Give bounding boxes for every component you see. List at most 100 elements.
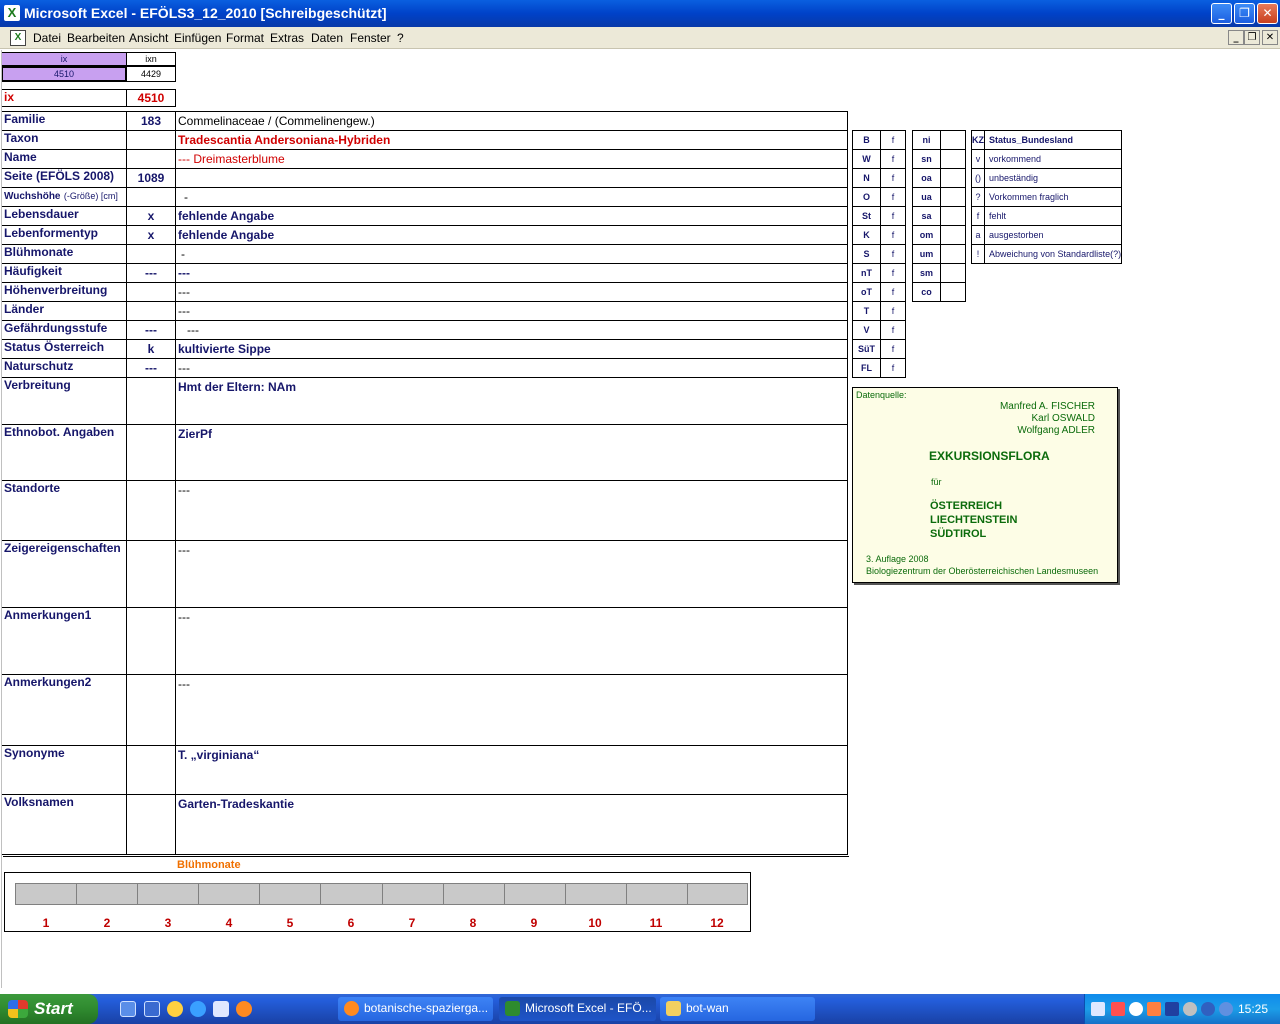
form-row[interactable] xyxy=(1,480,847,540)
altitude-row[interactable]: co xyxy=(912,282,966,302)
restore-button[interactable]: ❐ xyxy=(1234,3,1255,24)
form-row[interactable] xyxy=(1,377,847,424)
security-alert-icon[interactable] xyxy=(1147,1002,1161,1016)
search-icon[interactable] xyxy=(1129,1002,1143,1016)
month-gridline xyxy=(626,883,627,905)
media-player-icon[interactable] xyxy=(167,1001,183,1017)
field-label: Verbreitung xyxy=(4,378,71,392)
altitude-row[interactable]: om xyxy=(912,225,966,245)
region-flag: f xyxy=(880,130,906,150)
field-label: Standorte xyxy=(4,481,61,495)
field-value: --- xyxy=(178,285,190,299)
legend-row[interactable]: f fehlt xyxy=(971,206,1123,226)
outlook-express-icon[interactable] xyxy=(213,1001,229,1017)
update-icon[interactable] xyxy=(1219,1002,1233,1016)
ix-header-cell[interactable]: ix xyxy=(1,52,127,66)
altitude-code: oa xyxy=(912,168,941,188)
altitude-row[interactable]: ua xyxy=(912,187,966,207)
region-row[interactable]: Wf xyxy=(852,149,906,169)
menu-einfuegen[interactable]: Einfügen xyxy=(174,31,221,45)
altitude-row[interactable]: ni xyxy=(912,130,966,150)
form-row[interactable] xyxy=(1,745,847,794)
form-row[interactable] xyxy=(1,301,847,320)
form-row[interactable] xyxy=(1,282,847,301)
region-row[interactable]: FL f xyxy=(852,358,906,378)
taskbar-item-label: bot-wan xyxy=(686,1001,729,1015)
region-row[interactable]: Nf xyxy=(852,168,906,188)
altitude-code: ua xyxy=(912,187,941,207)
region-row[interactable]: Tf xyxy=(852,301,906,321)
altitude-row[interactable]: sn xyxy=(912,149,966,169)
legend-row[interactable]: ! Abweichung von Standardliste(?) xyxy=(971,244,1122,264)
clock[interactable]: 15:25 xyxy=(1238,1002,1268,1016)
taskbar-item-folder[interactable]: bot-wan xyxy=(660,997,815,1021)
speaker-icon[interactable] xyxy=(1183,1002,1197,1016)
workbook-close-button[interactable]: ✕ xyxy=(1262,30,1278,45)
ixn-value-cell[interactable]: 4429 xyxy=(126,66,176,82)
network-icon[interactable] xyxy=(1091,1002,1105,1016)
worksheet[interactable]: ix ixn 4510 4429 ix 4510 Familie 183 Comme… xyxy=(0,50,1280,990)
shield-icon[interactable] xyxy=(1165,1002,1179,1016)
form-row[interactable] xyxy=(1,244,847,263)
menu-bearbeiten[interactable]: Bearbeiten xyxy=(67,31,125,45)
region-row[interactable]: Kf xyxy=(852,225,906,245)
region-row[interactable]: Vf xyxy=(852,320,906,340)
altitude-code: sa xyxy=(912,206,941,226)
region-code: S xyxy=(852,244,881,264)
firefox-icon[interactable] xyxy=(236,1001,252,1017)
show-desktop-icon[interactable] xyxy=(120,1001,136,1017)
altitude-row[interactable]: oa xyxy=(912,168,966,188)
title-bar[interactable]: X Microsoft Excel - EFÖLS3_12_2010 [Schr… xyxy=(0,0,1280,27)
menu-daten[interactable]: Daten xyxy=(311,31,343,45)
close-button[interactable]: ✕ xyxy=(1257,3,1278,24)
legend-row[interactable]: ? Vorkommen fraglich xyxy=(971,187,1123,207)
legend-row[interactable]: a ausgestorben xyxy=(971,225,1123,245)
altitude-value xyxy=(940,263,966,283)
workbook-minimize-button[interactable]: _ xyxy=(1228,30,1244,45)
altitude-row[interactable]: sm xyxy=(912,263,966,283)
menu-datei[interactable]: Datei xyxy=(33,31,61,45)
bloom-chart[interactable]: 1 2 3 4 5 6 7 8 9 10 11 12 xyxy=(4,872,751,932)
region-row[interactable]: St f xyxy=(852,206,906,226)
field-value: --- xyxy=(178,543,190,557)
workbook-restore-button[interactable]: ❐ xyxy=(1244,30,1260,45)
menu-format[interactable]: Format xyxy=(226,31,264,45)
ix-value-cell[interactable]: 4510 xyxy=(1,66,127,82)
taskbar-item-firefox[interactable]: botanische-spazierga... xyxy=(338,997,493,1021)
workbook-icon[interactable]: X xyxy=(10,30,26,46)
menu-fenster[interactable]: Fenster xyxy=(350,31,391,45)
legend-row[interactable]: v vorkommend xyxy=(971,149,1123,169)
start-button[interactable]: Start xyxy=(0,994,98,1024)
region-row[interactable]: nT f xyxy=(852,263,906,283)
legend-label: vorkommend xyxy=(983,149,1123,169)
network-error-icon[interactable] xyxy=(1111,1002,1125,1016)
minimize-button[interactable]: _ xyxy=(1211,3,1232,24)
menu-help[interactable]: ? xyxy=(397,31,404,45)
quicklaunch-app-icon[interactable] xyxy=(144,1001,160,1017)
region-row[interactable]: Of xyxy=(852,187,906,207)
ixn-header-cell[interactable]: ixn xyxy=(126,52,176,66)
region-row[interactable]: Bf xyxy=(852,130,906,150)
menu-ansicht[interactable]: Ansicht xyxy=(129,31,168,45)
form-row[interactable] xyxy=(1,187,847,206)
info-icon[interactable] xyxy=(1201,1002,1215,1016)
region-row[interactable]: Sf xyxy=(852,244,906,264)
altitude-value xyxy=(940,282,966,302)
altitude-row[interactable]: um xyxy=(912,244,966,264)
form-row[interactable] xyxy=(1,607,847,674)
form-row[interactable] xyxy=(1,794,847,854)
form-row[interactable] xyxy=(1,149,847,168)
region-row[interactable]: oT f xyxy=(852,282,906,302)
form-row[interactable] xyxy=(1,424,847,480)
form-row[interactable] xyxy=(1,130,847,149)
legend-row[interactable]: () unbeständig xyxy=(971,168,1123,188)
altitude-row[interactable]: sa xyxy=(912,206,966,226)
form-row[interactable] xyxy=(1,540,847,607)
menu-extras[interactable]: Extras xyxy=(270,31,304,45)
form-row[interactable] xyxy=(1,674,847,745)
region-row[interactable]: SüT f xyxy=(852,339,906,359)
taskbar-item-excel[interactable]: Microsoft Excel - EFÖ... xyxy=(499,997,656,1021)
internet-explorer-icon[interactable] xyxy=(190,1001,206,1017)
excel-app-icon[interactable]: X xyxy=(4,5,20,21)
taskbar: Start botanische-spazierga... Microsoft … xyxy=(0,994,1280,1024)
